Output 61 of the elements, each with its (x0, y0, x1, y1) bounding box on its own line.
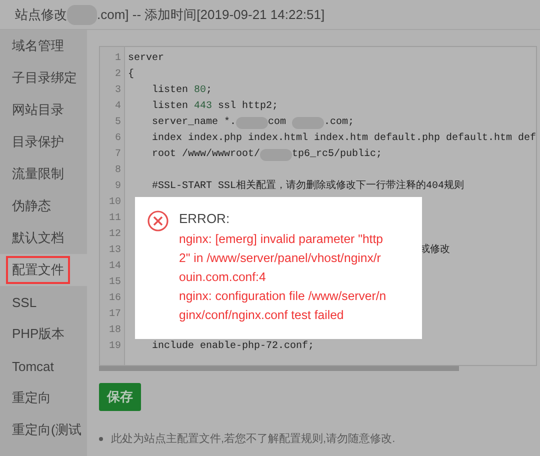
code-text: 80 (194, 84, 206, 98)
code-text: com (268, 116, 288, 130)
note-text: 此处为站点主配置文件,若您不了解配置规则,请勿随意修改. (111, 432, 396, 446)
sidebar-item[interactable]: 配置文件 (0, 254, 87, 286)
bullet-icon (99, 436, 103, 440)
error-message: nginx: [emerg] invalid parameter "http (179, 231, 384, 248)
line-number: 4 (114, 100, 122, 114)
window-title: 站点修改 (15, 6, 67, 24)
sidebar-item[interactable]: SSL (0, 286, 87, 318)
sidebar-item[interactable]: PHP版本 (0, 318, 87, 350)
code-text: root /www/wwwroot/ (152, 148, 260, 162)
line-number: 16 (108, 292, 122, 306)
sidebar-item[interactable]: 子目录绑定 (0, 62, 87, 94)
line-number: 3 (114, 84, 122, 98)
line-number: 5 (114, 116, 122, 130)
line-number: 15 (108, 276, 122, 290)
code-editor[interactable] (99, 46, 538, 366)
sidebar-item[interactable]: Tomcat (0, 350, 87, 382)
line-number: 11 (108, 212, 122, 226)
code-text: index index.php index.html index.htm default.php default.htm def (152, 132, 536, 146)
sidebar-item[interactable]: 重定向 (0, 382, 87, 414)
sidebar-item[interactable]: 重定向(测试 (0, 414, 87, 446)
sidebar-item[interactable]: 目录保护 (0, 126, 87, 158)
error-message: ouin.com.conf:4 (179, 269, 267, 286)
window-title: .com] -- 添加时间[2019-09-21 14:22:51] (97, 6, 325, 24)
sidebar-item[interactable]: 流量限制 (0, 158, 87, 190)
line-number: 17 (108, 308, 122, 322)
sidebar-item[interactable]: 网站目录 (0, 94, 87, 126)
code-text: 443 (194, 100, 212, 114)
line-number: 19 (108, 340, 122, 354)
line-number: 9 (114, 180, 122, 194)
code-text: ; (206, 84, 212, 98)
line-number: 6 (114, 132, 122, 146)
error-message: ginx/conf/nginx.conf test failed (179, 307, 345, 324)
line-number: 1 (114, 52, 122, 66)
error-message: 2" in /www/server/panel/vhost/nginx/r (179, 250, 382, 267)
code-text: #SSL-START SSL相关配置，请勿删除或修改下一行带注释的404规则 (152, 179, 464, 194)
line-number: 13 (108, 244, 122, 258)
line-number: 18 (108, 324, 122, 338)
code-text: .com; (324, 116, 354, 130)
line-number: 8 (114, 164, 122, 178)
line-number: 12 (108, 228, 122, 242)
code-text: include enable-php-72.conf; (152, 340, 314, 354)
sidebar-item[interactable]: 域名管理 (0, 30, 87, 62)
code-text: server_name *. (152, 116, 236, 130)
save-button[interactable]: 保存 (99, 383, 141, 411)
line-number: 10 (108, 196, 122, 210)
code-text: listen (152, 100, 190, 114)
code-text: { (128, 68, 134, 82)
sidebar-item[interactable]: 默认文档 (0, 222, 87, 254)
line-number: 7 (114, 148, 122, 162)
code-text: tp6_rc5/public; (292, 148, 382, 162)
code-text: listen (152, 84, 190, 98)
code-text: server (128, 52, 164, 66)
error-icon (147, 210, 169, 232)
error-title: ERROR: (179, 210, 231, 228)
line-number: 2 (114, 68, 122, 82)
line-number: 14 (108, 260, 122, 274)
code-text: ssl http2; (217, 100, 278, 114)
error-message: nginx: configuration file /www/server/n (179, 288, 386, 305)
sidebar-item[interactable]: 伪静态 (0, 190, 87, 222)
